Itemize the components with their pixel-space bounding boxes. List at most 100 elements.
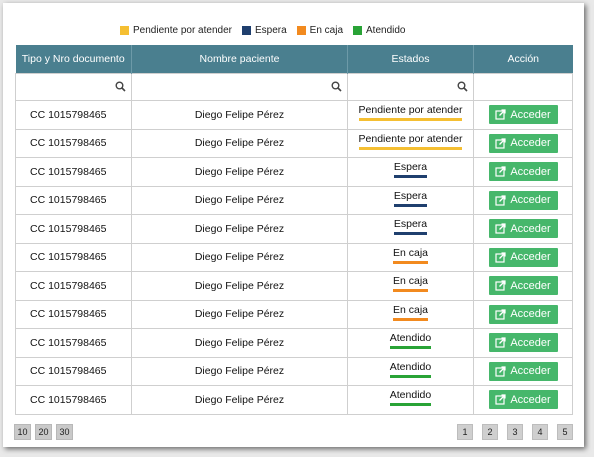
access-button[interactable]: Acceder: [488, 162, 558, 182]
legend-swatch: [120, 25, 129, 35]
status-badge: En caja: [392, 247, 429, 264]
patient-name-cell: Diego Felipe Pérez: [131, 356, 348, 386]
patient-name-cell: Diego Felipe Pérez: [131, 100, 348, 130]
page-size-option[interactable]: 20: [35, 424, 52, 440]
action-cell: Acceder: [473, 328, 573, 358]
access-button-label: Acceder: [510, 108, 551, 121]
legend-item: Espera: [241, 24, 287, 36]
access-button-label: Acceder: [510, 336, 551, 349]
table-row: CC 1015798465 Diego Felipe Pérez Espera Acc…: [15, 157, 573, 187]
access-button[interactable]: Acceder: [488, 390, 558, 410]
action-filter-cell: [473, 73, 573, 101]
external-link-icon: [495, 195, 506, 206]
action-cell: Acceder: [473, 356, 573, 386]
page-size-option[interactable]: 10: [14, 424, 31, 440]
access-button-label: Acceder: [510, 137, 551, 150]
access-button[interactable]: Acceder: [488, 190, 558, 210]
patient-name-cell: Diego Felipe Pérez: [131, 214, 348, 244]
action-cell: Acceder: [473, 128, 573, 158]
access-button-label: Acceder: [510, 222, 551, 235]
filter-row: [15, 73, 573, 101]
legend-item: Pendiente por atender: [120, 25, 232, 36]
page-button[interactable]: 2: [482, 424, 498, 440]
status-badge: Espera: [393, 161, 428, 179]
access-button-label: Acceder: [510, 393, 551, 406]
pagination: 12345: [457, 424, 582, 440]
patient-name-cell: Diego Felipe Pérez: [131, 385, 348, 415]
column-header-document[interactable]: Tipo y Nro documento: [15, 45, 132, 74]
page-button[interactable]: 3: [507, 424, 523, 440]
column-header-patient-name[interactable]: Nombre paciente: [131, 45, 348, 74]
external-link-icon: [495, 252, 506, 263]
status-filter-input[interactable]: [347, 73, 474, 101]
table-row: CC 1015798465 Diego Felipe Pérez En caja Ac…: [15, 271, 573, 301]
page-button[interactable]: 1: [457, 424, 473, 440]
external-link-icon: [495, 138, 506, 149]
legend-item: Atendido: [353, 25, 406, 36]
status-badge: Espera: [393, 218, 428, 236]
patient-name-cell: Diego Felipe Pérez: [131, 328, 348, 358]
access-button[interactable]: Acceder: [488, 219, 558, 239]
page-button[interactable]: 4: [532, 424, 548, 440]
external-link-icon: [495, 337, 506, 348]
patient-name-filter-input[interactable]: [131, 73, 348, 101]
action-cell: Acceder: [473, 100, 573, 130]
patient-name-cell: Diego Felipe Pérez: [131, 242, 348, 272]
status-cell: En caja: [347, 299, 474, 329]
legend-item: En caja: [296, 24, 344, 36]
status-cell: Espera: [347, 214, 474, 244]
access-button[interactable]: Acceder: [488, 276, 558, 296]
external-link-icon: [495, 109, 506, 120]
document-cell: CC 1015798465: [15, 385, 132, 415]
search-icon: [457, 81, 468, 92]
access-button[interactable]: Acceder: [488, 333, 558, 353]
access-button[interactable]: Acceder: [488, 247, 558, 267]
table-row: CC 1015798465 Diego Felipe Pérez Espera Acc…: [15, 185, 573, 215]
access-button[interactable]: Acceder: [488, 304, 558, 324]
access-button[interactable]: Acceder: [488, 105, 558, 125]
access-button-label: Acceder: [510, 365, 551, 378]
status-cell: Pendiente por atender: [347, 128, 474, 158]
status-badge: Atendido: [389, 332, 432, 350]
document-cell: CC 1015798465: [15, 299, 132, 329]
external-link-icon: [495, 280, 506, 291]
status-cell: Espera: [347, 185, 474, 215]
access-button[interactable]: Acceder: [488, 133, 558, 153]
legend-label: En caja: [309, 24, 344, 36]
table-row: CC 1015798465 Diego Felipe Pérez Pendiente…: [15, 128, 573, 158]
table-row: CC 1015798465 Diego Felipe Pérez En caja Ac…: [15, 242, 573, 272]
table-row: CC 1015798465 Diego Felipe Pérez Espera Acc…: [15, 214, 573, 244]
table-row: CC 1015798465 Diego Felipe Pérez Atendido A…: [15, 356, 573, 386]
page-size-option[interactable]: 30: [56, 424, 73, 440]
page-size-selector: 10 20 30: [14, 424, 77, 440]
status-badge: En caja: [392, 275, 429, 293]
status-cell: Pendiente por atender: [347, 100, 474, 130]
access-button[interactable]: Acceder: [488, 361, 558, 381]
access-button-label: Acceder: [510, 194, 551, 207]
access-button-label: Acceder: [510, 251, 551, 264]
document-filter-input[interactable]: [15, 73, 132, 101]
action-cell: Acceder: [473, 385, 573, 415]
document-cell: CC 1015798465: [15, 271, 132, 301]
legend-label: Espera: [254, 24, 287, 36]
action-cell: Acceder: [473, 185, 573, 215]
search-icon: [115, 81, 126, 92]
status-badge: Pendiente por atender: [358, 133, 463, 150]
access-button-label: Acceder: [510, 279, 551, 292]
table-row: CC 1015798465 Diego Felipe Pérez Atendido A…: [15, 328, 573, 358]
column-header-status[interactable]: Estados: [347, 45, 474, 74]
appointments-table: Tipo y Nro documento Nombre paciente Est…: [15, 45, 573, 415]
action-cell: Acceder: [473, 299, 573, 329]
access-button-label: Acceder: [510, 308, 551, 321]
panel: Pendiente por atender Espera En caja Atendi…: [3, 3, 584, 447]
status-cell: Espera: [347, 157, 474, 187]
legend-swatch: [296, 25, 306, 35]
external-link-icon: [495, 166, 506, 177]
external-link-icon: [495, 394, 506, 405]
status-cell: Atendido: [347, 385, 474, 415]
status-cell: En caja: [347, 271, 474, 301]
status-cell: Atendido: [347, 356, 474, 386]
page-button[interactable]: 5: [557, 424, 573, 440]
patient-name-cell: Diego Felipe Pérez: [131, 128, 348, 158]
external-link-icon: [495, 366, 506, 377]
